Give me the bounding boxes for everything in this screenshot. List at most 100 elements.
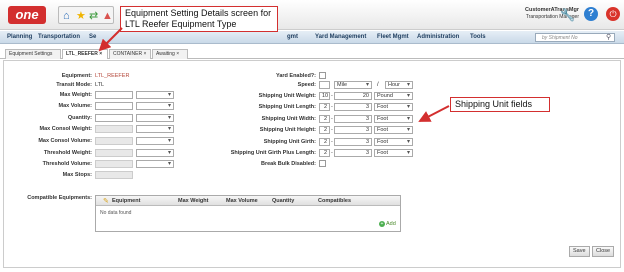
su-girth-plus-length-label: Shipping Unit Girth Plus Length:	[230, 150, 316, 156]
range-dash: -	[331, 150, 333, 156]
su-girth-plus-length-min-input[interactable]: 2	[319, 149, 330, 157]
su-height-unit-select[interactable]: Foot	[374, 126, 413, 134]
yard-enabled-label: Yard Enabled?:	[275, 73, 316, 79]
su-girth-unit-select[interactable]: Foot	[374, 138, 413, 146]
alert-icon[interactable]: ▲	[102, 10, 113, 22]
help-icon[interactable]: ?	[584, 7, 598, 21]
menu-partial[interactable]: Se	[89, 34, 96, 40]
tab-bar: Equipment Settings LTL_REEFER × CONTAINE…	[0, 47, 624, 59]
tab-label: Equipment Settings	[9, 51, 53, 57]
menu-planning[interactable]: Planning	[7, 34, 32, 40]
shipment-search-input[interactable]: by Shipment No	[535, 33, 615, 42]
break-bulk-checkbox[interactable]	[319, 160, 326, 167]
pencil-icon[interactable]: ✎	[103, 197, 109, 205]
yard-enabled-checkbox[interactable]	[319, 72, 326, 79]
grid-header: ✎ Equipment Max Weight Max Volume Quanti…	[96, 196, 400, 206]
threshold-volume-unit-select[interactable]	[136, 160, 174, 168]
threshold-weight-unit-select[interactable]	[136, 149, 174, 157]
su-weight-min-input[interactable]: 10	[319, 92, 330, 100]
quantity-unit-select[interactable]	[136, 114, 174, 122]
close-icon[interactable]: ×	[143, 51, 146, 57]
su-girth-label: Shipping Unit Girth:	[263, 139, 316, 145]
power-icon[interactable]: ⏻	[606, 7, 620, 21]
su-width-unit-select[interactable]: Foot	[374, 115, 413, 123]
max-weight-unit-select[interactable]	[136, 91, 174, 99]
su-length-label: Shipping Unit Length:	[258, 104, 316, 110]
speed-separator: /	[377, 82, 379, 88]
save-button[interactable]: Save	[569, 246, 590, 257]
tab-awaiting[interactable]: Awaiting ×	[152, 49, 188, 59]
su-height-max-input[interactable]: 3	[334, 126, 372, 134]
su-length-min-input[interactable]: 2	[319, 103, 330, 111]
su-height-min-input[interactable]: 2	[319, 126, 330, 134]
col-compatibles[interactable]: Compatibles	[318, 198, 351, 204]
menu-administration[interactable]: Administration	[417, 34, 459, 40]
max-weight-label: Max Weight:	[59, 92, 92, 98]
wrench-icon[interactable]: 🔧	[560, 9, 575, 21]
star-icon[interactable]: ★	[76, 10, 86, 22]
su-width-min-input[interactable]: 2	[319, 115, 330, 123]
su-girth-max-input[interactable]: 3	[334, 138, 372, 146]
tab-label: Awaiting	[156, 51, 175, 57]
threshold-weight-input	[95, 149, 133, 157]
range-dash: -	[331, 116, 333, 122]
su-length-unit-select[interactable]: Foot	[374, 103, 413, 111]
quick-icons: ⌂ ★ ⇄ ▲	[58, 6, 114, 24]
search-icon[interactable]: ⚲	[606, 33, 611, 41]
su-length-max-input[interactable]: 3	[334, 103, 372, 111]
su-girth-plus-length-max-input[interactable]: 3	[334, 149, 372, 157]
close-icon[interactable]: ×	[99, 51, 102, 57]
menu-tools[interactable]: Tools	[470, 34, 486, 40]
equipment-label: Equipment:	[61, 73, 92, 79]
menu-fleet-mgmt[interactable]: Fleet Mgmt	[377, 34, 409, 40]
menu-yard-management[interactable]: Yard Management	[315, 34, 366, 40]
col-max-volume[interactable]: Max Volume	[226, 198, 258, 204]
max-consol-weight-unit-select[interactable]	[136, 125, 174, 133]
su-width-label: Shipping Unit Width:	[261, 116, 316, 122]
menu-partial-mgmt[interactable]: gmt	[287, 34, 298, 40]
fields-callout: Shipping Unit fields	[450, 97, 550, 112]
tab-ltl-reefer[interactable]: LTL_REEFER ×	[62, 49, 108, 59]
tab-equipment-settings[interactable]: Equipment Settings	[5, 49, 61, 59]
max-volume-input[interactable]	[95, 102, 133, 110]
su-girth-plus-length-unit-select[interactable]: Foot	[374, 149, 413, 157]
col-quantity[interactable]: Quantity	[272, 198, 294, 204]
su-weight-label: Shipping Unit Weight:	[258, 93, 316, 99]
su-height-label: Shipping Unit Height:	[259, 127, 316, 133]
quantity-input[interactable]	[95, 114, 133, 122]
max-consol-volume-input	[95, 137, 133, 145]
threshold-volume-input	[95, 160, 133, 168]
max-consol-volume-unit-select[interactable]	[136, 137, 174, 145]
transit-mode-label: Transit Mode:	[56, 82, 92, 88]
su-weight-max-input[interactable]: 20	[334, 92, 372, 100]
speed-time-select[interactable]: Hour	[385, 81, 413, 89]
close-button[interactable]: Close	[592, 246, 615, 257]
tab-container[interactable]: CONTAINER ×	[109, 49, 151, 59]
max-consol-weight-input	[95, 125, 133, 133]
add-button[interactable]: + Add	[379, 221, 396, 227]
range-dash: -	[331, 93, 333, 99]
speed-input[interactable]	[319, 81, 330, 89]
max-weight-input[interactable]	[95, 91, 133, 99]
refresh-icon[interactable]: ⇄	[89, 10, 98, 22]
app-logo: one	[8, 6, 46, 24]
col-max-weight[interactable]: Max Weight	[178, 198, 208, 204]
title-callout: Equipment Setting Details screen for LTL…	[120, 6, 278, 32]
compatible-equipments-grid: ✎ Equipment Max Weight Max Volume Quanti…	[95, 195, 401, 232]
su-width-max-input[interactable]: 3	[334, 115, 372, 123]
col-equipment[interactable]: Equipment	[112, 198, 140, 204]
speed-unit-select[interactable]: Mile	[334, 81, 372, 89]
tab-label: CONTAINER	[113, 51, 143, 57]
max-stops-label: Max Stops:	[62, 172, 92, 178]
plus-icon: +	[379, 221, 385, 227]
max-consol-weight-label: Max Consol Weight:	[39, 126, 92, 132]
su-girth-min-input[interactable]: 2	[319, 138, 330, 146]
home-icon[interactable]: ⌂	[63, 10, 70, 22]
close-icon[interactable]: ×	[176, 51, 179, 57]
max-volume-unit-select[interactable]	[136, 102, 174, 110]
su-weight-unit-select[interactable]: Pound	[374, 92, 413, 100]
menu-transportation[interactable]: Transportation	[38, 34, 80, 40]
max-stops-input	[95, 171, 133, 179]
top-bar: one ⌂ ★ ⇄ ▲ CustomerATransMgr Transporta…	[0, 0, 624, 30]
range-dash: -	[331, 139, 333, 145]
